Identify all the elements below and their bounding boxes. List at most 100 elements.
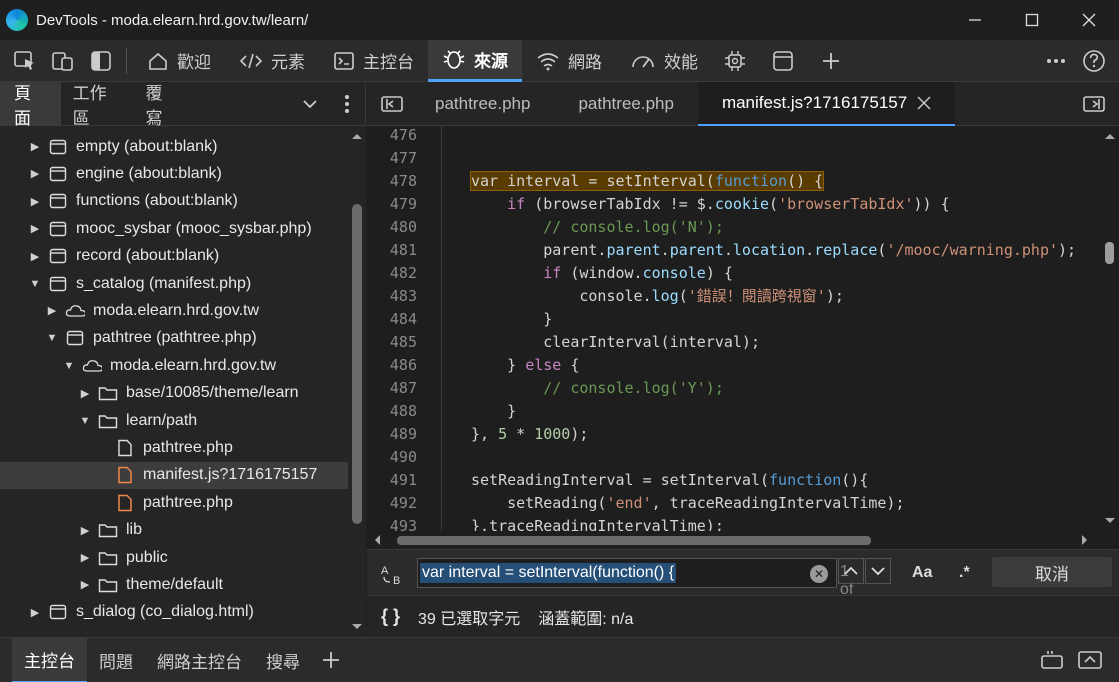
expand-arrow-icon[interactable]: ▶ <box>78 387 92 400</box>
toggle-sidebar-icon[interactable] <box>82 42 120 80</box>
pretty-print-icon[interactable]: { } <box>381 606 400 627</box>
drawer-tab-search[interactable]: 搜尋 <box>254 638 312 682</box>
close-window-button[interactable] <box>1064 0 1114 40</box>
tab-sources[interactable]: 來源 <box>428 39 522 82</box>
expand-arrow-icon[interactable]: ▶ <box>45 304 59 317</box>
code-view[interactable]: 476 477 478 var interval = setInterval(func… <box>367 126 1119 531</box>
chevron-down-icon[interactable] <box>292 85 328 123</box>
regex-button[interactable]: .* <box>959 564 970 582</box>
line-number[interactable]: 479 <box>367 195 419 213</box>
replace-toggle-icon[interactable]: AB <box>379 562 405 591</box>
minimize-button[interactable] <box>950 0 1000 40</box>
drawer-tab-network-console[interactable]: 網路主控台 <box>145 638 254 682</box>
tree-item[interactable]: ▼ pathtree (pathtree.php) <box>0 325 348 352</box>
file-tree-scrollbar[interactable] <box>348 126 366 637</box>
scroll-down-arrow-icon[interactable] <box>348 621 366 633</box>
tab-workspace[interactable]: 工作區 <box>61 82 134 128</box>
add-drawer-tab-icon[interactable] <box>312 641 350 679</box>
scroll-up-arrow-icon[interactable] <box>348 130 366 142</box>
line-number[interactable]: 482 <box>367 264 419 282</box>
tree-item[interactable]: pathtree.php <box>0 489 348 516</box>
navigator-menu-icon[interactable] <box>329 85 365 123</box>
tree-item[interactable]: ▼ learn/path <box>0 407 348 434</box>
next-match-button[interactable] <box>865 558 891 584</box>
close-drawer-icon[interactable] <box>1071 641 1109 679</box>
toggle-debugger-icon[interactable] <box>1075 85 1113 123</box>
tree-item[interactable]: manifest.js?1716175157 <box>0 461 348 489</box>
tab-console[interactable]: 主控台 <box>319 40 428 82</box>
help-icon[interactable] <box>1075 42 1113 80</box>
line-number[interactable]: 480 <box>367 218 419 236</box>
tab-page[interactable]: 頁面 <box>0 81 61 128</box>
tab-welcome[interactable]: 歡迎 <box>133 40 225 82</box>
toggle-navigator-icon[interactable] <box>373 85 411 123</box>
tree-item[interactable]: ▼ s_catalog (manifest.php) <box>0 270 348 297</box>
tree-item[interactable]: ▼ moda.elearn.hrd.gov.tw <box>0 352 348 379</box>
close-tab-icon[interactable] <box>917 96 931 110</box>
editor-tab-pathtree-2[interactable]: pathtree.php <box>554 82 697 126</box>
maximize-button[interactable] <box>1007 0 1057 40</box>
collapse-arrow-icon[interactable]: ▼ <box>28 278 42 290</box>
tree-item[interactable]: ▶ theme/default <box>0 571 348 598</box>
match-case-button[interactable]: Aa <box>912 564 932 582</box>
editor-vertical-scrollbar[interactable] <box>1101 126 1119 531</box>
line-number[interactable]: 489 <box>367 425 419 443</box>
line-number[interactable]: 487 <box>367 379 419 397</box>
tree-item[interactable]: ▶ engine (about:blank) <box>0 160 348 187</box>
drawer-tab-issues[interactable]: 問題 <box>87 638 145 682</box>
expand-arrow-icon[interactable]: ▶ <box>28 250 42 263</box>
line-number[interactable]: 493 <box>367 517 419 531</box>
clear-search-icon[interactable]: ✕ <box>810 565 828 583</box>
application-panel-icon[interactable] <box>764 42 802 80</box>
tree-item[interactable]: ▶ functions (about:blank) <box>0 188 348 215</box>
more-options-icon[interactable] <box>1037 42 1075 80</box>
tree-item[interactable]: ▶ empty (about:blank) <box>0 133 348 160</box>
dock-drawer-icon[interactable] <box>1033 641 1071 679</box>
collapse-arrow-icon[interactable]: ▼ <box>45 332 59 344</box>
previous-match-button[interactable] <box>838 558 864 584</box>
cancel-button[interactable]: 取消 <box>992 557 1112 587</box>
line-number[interactable]: 476 <box>367 126 419 144</box>
tree-item[interactable]: ▶ mooc_sysbar (mooc_sysbar.php) <box>0 215 348 242</box>
more-tools-plus-icon[interactable] <box>812 42 850 80</box>
line-number[interactable]: 490 <box>367 448 419 466</box>
tab-overrides[interactable]: 覆寫 <box>134 82 191 128</box>
collapse-arrow-icon[interactable]: ▼ <box>78 415 92 427</box>
editor-tab-pathtree-1[interactable]: pathtree.php <box>411 82 554 126</box>
expand-arrow-icon[interactable]: ▶ <box>28 222 42 235</box>
expand-arrow-icon[interactable]: ▶ <box>78 578 92 591</box>
tree-item[interactable]: pathtree.php <box>0 434 348 461</box>
expand-arrow-icon[interactable]: ▶ <box>28 606 42 619</box>
editor-horizontal-scrollbar[interactable] <box>367 531 1119 549</box>
expand-arrow-icon[interactable]: ▶ <box>78 551 92 564</box>
line-number[interactable]: 491 <box>367 471 419 489</box>
line-number[interactable]: 488 <box>367 402 419 420</box>
tree-item[interactable]: ▶ s_dialog (co_dialog.html) <box>0 599 348 626</box>
tree-item[interactable]: ▶ moda.elearn.hrd.gov.tw <box>0 297 348 324</box>
line-number[interactable]: 486 <box>367 356 419 374</box>
expand-arrow-icon[interactable]: ▶ <box>28 167 42 180</box>
tab-network[interactable]: 網路 <box>522 40 616 82</box>
line-number[interactable]: 483 <box>367 287 419 305</box>
inspect-element-icon[interactable] <box>6 42 44 80</box>
tree-item[interactable]: ▶ public <box>0 544 348 571</box>
find-input[interactable]: var interval = setInterval(function() { … <box>417 558 853 616</box>
tree-item[interactable]: ▶ record (about:blank) <box>0 243 348 270</box>
drawer-tab-console[interactable]: 主控台 <box>12 637 87 682</box>
memory-chip-icon[interactable] <box>716 42 754 80</box>
editor-tab-manifest[interactable]: manifest.js?1716175157 <box>697 81 956 126</box>
collapse-arrow-icon[interactable]: ▼ <box>62 360 76 372</box>
tab-performance[interactable]: 效能 <box>616 40 712 82</box>
expand-arrow-icon[interactable]: ▶ <box>28 195 42 208</box>
device-emulation-icon[interactable] <box>44 42 82 80</box>
expand-arrow-icon[interactable]: ▶ <box>28 140 42 153</box>
line-number[interactable]: 477 <box>367 149 419 167</box>
line-number[interactable]: 481 <box>367 241 419 259</box>
line-number[interactable]: 485 <box>367 333 419 351</box>
tab-elements[interactable]: 元素 <box>225 40 319 82</box>
line-number[interactable]: 478 <box>367 172 419 190</box>
line-number[interactable]: 492 <box>367 494 419 512</box>
expand-arrow-icon[interactable]: ▶ <box>78 524 92 537</box>
tree-item[interactable]: ▶ base/10085/theme/learn <box>0 380 348 407</box>
line-number[interactable]: 484 <box>367 310 419 328</box>
